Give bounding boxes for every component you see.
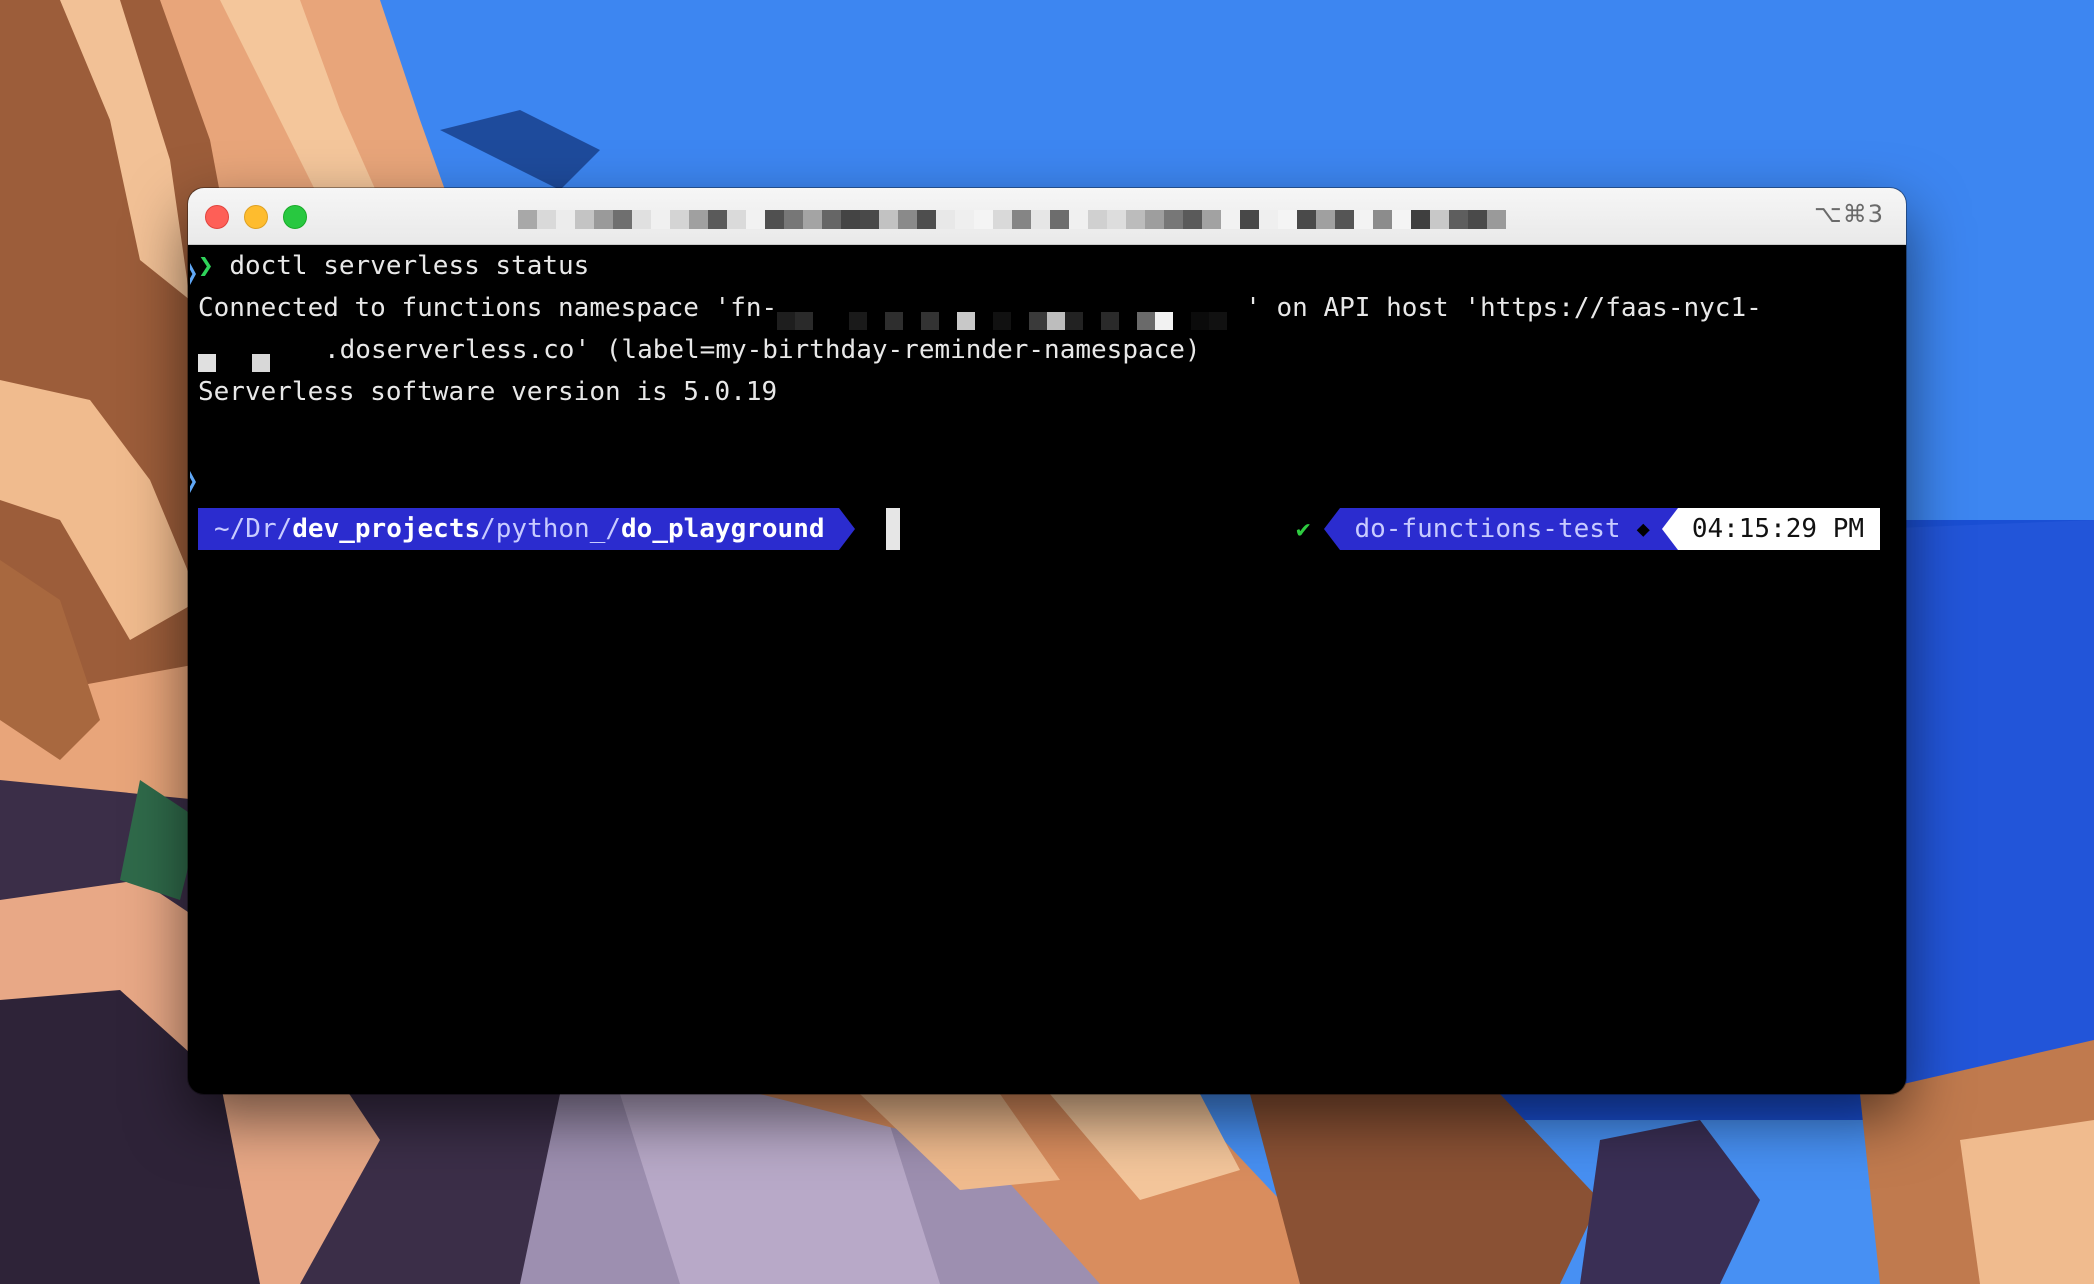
prompt-marker-icon <box>190 471 196 493</box>
diamond-icon: ◆ <box>1636 516 1650 542</box>
command-line: ❯ doctl serverless status <box>198 245 589 287</box>
prompt-path-segment: ~/Dr/dev_projects/python_/do_playground <box>198 508 855 550</box>
terminal-content[interactable]: ❯ doctl serverless status Connected to f… <box>188 245 1906 1094</box>
window-titlebar[interactable]: ⌥⌘3 <box>188 188 1906 245</box>
current-path: ~/Dr/dev_projects/python_/do_playground <box>198 508 839 550</box>
powerline-arrow-icon <box>1324 508 1341 550</box>
zoom-button[interactable] <box>283 205 307 229</box>
window-title-redacted <box>518 210 1506 229</box>
output-line-3: Serverless software version is 5.0.19 <box>198 377 778 407</box>
output-text: .doserverless.co' (label=my-birthday-rem… <box>324 335 1201 365</box>
output-line-2: .doserverless.co' (label=my-birthday-rem… <box>198 329 1201 372</box>
clock-time: 04:15:29 PM <box>1677 508 1880 550</box>
redacted-namespace <box>777 300 1246 330</box>
minimize-button[interactable] <box>244 205 268 229</box>
text-cursor[interactable] <box>886 508 900 550</box>
command-text: doctl serverless status <box>229 251 590 281</box>
status-check-icon: ✔ <box>1296 515 1311 543</box>
prompt-chevron-icon: ❯ <box>198 251 214 281</box>
redacted-host <box>198 342 324 372</box>
powerline-arrow-icon <box>838 508 855 550</box>
path-part: /python_/ <box>480 514 622 544</box>
environment-name: do-functions-test <box>1354 514 1621 544</box>
path-part: do_playground <box>621 514 825 544</box>
powerline-arrow-icon <box>1661 508 1678 550</box>
time-segment-wrapper: 04:15:29 PM <box>1661 508 1880 550</box>
path-part: dev_projects <box>292 514 481 544</box>
output-text: ' on API host 'https://faas-nyc1- <box>1245 293 1762 323</box>
prompt-status-segment: ✔ do-functions-test ◆ 04:15:29 PM <box>1296 508 1880 550</box>
output-text: Connected to functions namespace 'fn- <box>198 293 778 323</box>
output-line-1: Connected to functions namespace 'fn- ' o… <box>198 287 1762 330</box>
close-button[interactable] <box>205 205 229 229</box>
window-shortcut-label: ⌥⌘3 <box>1814 200 1884 228</box>
path-part: ~/Dr/ <box>214 514 293 544</box>
prompt-marker-icon <box>190 263 196 285</box>
terminal-window[interactable]: ⌥⌘3 ❯ doctl serverless status Connected … <box>188 188 1906 1094</box>
environment-segment: do-functions-test ◆ <box>1340 508 1662 550</box>
